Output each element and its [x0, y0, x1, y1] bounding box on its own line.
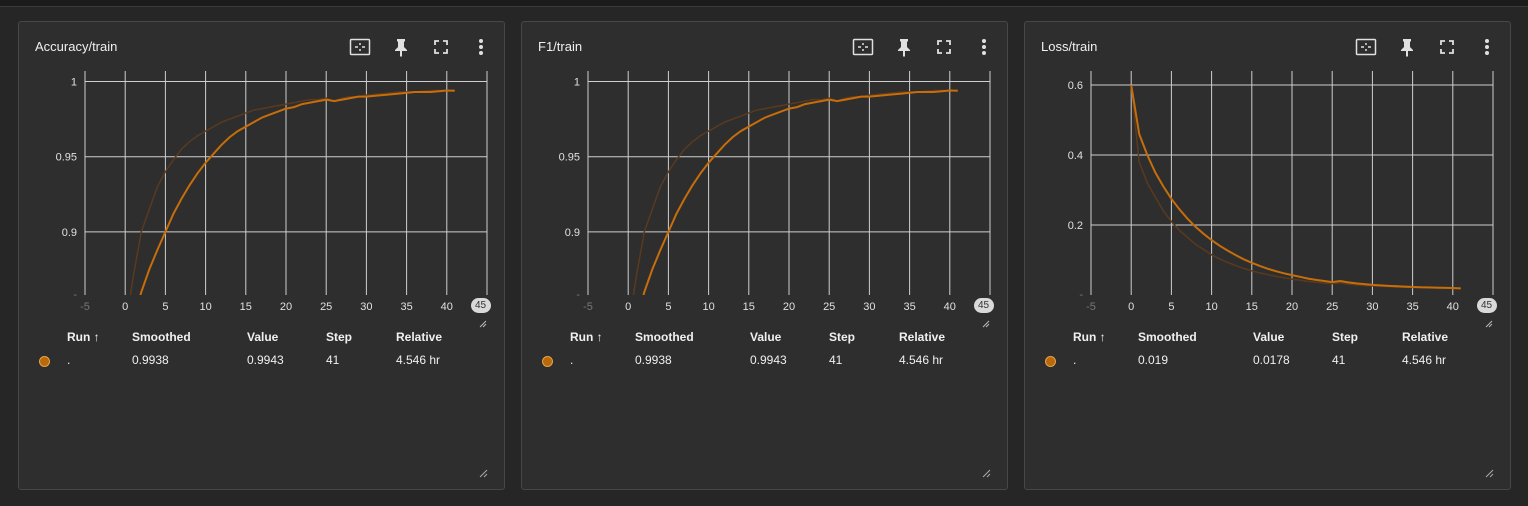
table-header-step: Step [1332, 330, 1359, 344]
table-header-value: Value [1253, 330, 1285, 344]
table-header-relative: Relative [899, 330, 946, 344]
card-resize-handle[interactable] [981, 465, 991, 478]
table-header-smoothed: Smoothed [1138, 330, 1197, 344]
run-color-swatch[interactable] [39, 356, 50, 367]
line-chart[interactable]: 0.9 0.95 1 - 0 5 10 15 20 25 30 35 40 -5 [19, 22, 506, 327]
x-axis-extent-badge[interactable]: 45 [1477, 298, 1497, 313]
table-cell-value: 0.9943 [750, 353, 787, 367]
table-header-value: Value [750, 330, 782, 344]
chart-resize-handle[interactable] [1485, 315, 1493, 328]
x-tick-label: 40 [1447, 301, 1459, 313]
series-line-smoothed [642, 89, 958, 295]
x-tick-label-dim: -5 [80, 301, 90, 313]
x-tick-label: 35 [903, 301, 915, 313]
x-tick-label: 30 [360, 301, 372, 313]
x-tick-label: 15 [1246, 301, 1258, 313]
x-tick-label: 0 [625, 301, 631, 313]
x-tick-label: 25 [320, 301, 332, 313]
x-tick-label-dim: -5 [583, 301, 593, 313]
x-tick-label: 5 [162, 301, 168, 313]
table-cell-step: 41 [829, 353, 843, 367]
table-cell-run: . [67, 353, 71, 367]
x-tick-label: 15 [743, 301, 755, 313]
top-bar [0, 0, 1528, 7]
table-header-smoothed: Smoothed [635, 330, 694, 344]
table-header-step: Step [326, 330, 353, 344]
card-resize-handle[interactable] [1484, 465, 1494, 478]
x-tick-label: 0 [122, 301, 128, 313]
x-tick-label: 10 [1205, 301, 1217, 313]
line-chart[interactable]: 0.9 0.95 1 - 0 5 10 15 20 25 30 35 40 -5 [522, 22, 1009, 327]
y-tick-label-dim: - [576, 289, 580, 301]
x-tick-label: 20 [783, 301, 795, 313]
scalar-card-accuracy: Accuracy/train 0.9 0.95 1-0 5 10 15 20 25 30 35 40-… [18, 21, 505, 490]
table-cell-run: . [570, 353, 574, 367]
x-tick-label-dim: -5 [1086, 301, 1096, 313]
table-cell-value: 0.9943 [247, 353, 284, 367]
scalar-card-f1: F1/train 0.9 0.95 1-0 5 10 15 20 25 30 35 40 -5 45 Run… [521, 21, 1008, 490]
series-line-smoothed [139, 89, 455, 295]
scalar-card-loss: Loss/train 0.2 0.4 0.6-0 5 10 15 20 25 30 35 40 -5 45… [1024, 21, 1511, 490]
table-cell-smoothed: 0.019 [1138, 353, 1169, 367]
y-tick-label: 1 [71, 77, 77, 89]
x-axis-extent-badge[interactable]: 45 [471, 298, 491, 313]
x-axis-extent-badge[interactable]: 45 [974, 298, 994, 313]
y-tick-label-dim: - [73, 289, 77, 301]
x-tick-label: 15 [240, 301, 252, 313]
x-tick-label: 5 [665, 301, 671, 313]
table-cell-step: 41 [326, 353, 340, 367]
y-tick-label: 0.95 [56, 152, 77, 164]
x-tick-label: 10 [702, 301, 714, 313]
line-chart[interactable]: 0.2 0.4 0.6 - 0 5 10 15 20 25 30 35 40 -5 [1025, 22, 1512, 327]
series-line-raw [632, 89, 958, 295]
run-color-swatch[interactable] [1045, 356, 1056, 367]
x-tick-label: 10 [199, 301, 211, 313]
x-tick-label: 40 [944, 301, 956, 313]
table-header-run[interactable]: Run ↑ [570, 330, 603, 344]
table-header-run[interactable]: Run ↑ [67, 330, 100, 344]
table-cell-relative: 4.546 hr [899, 353, 944, 367]
table-header-smoothed: Smoothed [132, 330, 191, 344]
x-tick-label: 30 [1366, 301, 1378, 313]
run-color-swatch[interactable] [542, 356, 553, 367]
table-cell-step: 41 [1332, 353, 1346, 367]
series-line-smoothed [1130, 84, 1461, 290]
y-tick-label: 0.2 [1068, 220, 1083, 232]
table-cell-smoothed: 0.9938 [132, 353, 169, 367]
y-tick-label: 1 [574, 77, 580, 89]
x-tick-label: 40 [441, 301, 453, 313]
table-header-relative: Relative [1402, 330, 1449, 344]
table-cell-relative: 4.546 hr [1402, 353, 1447, 367]
card-resize-handle[interactable] [478, 465, 488, 478]
table-header-step: Step [829, 330, 856, 344]
x-tick-label: 25 [823, 301, 835, 313]
y-tick-label: 0.9 [565, 227, 580, 239]
x-tick-label: 35 [1406, 301, 1418, 313]
x-tick-label: 0 [1128, 301, 1134, 313]
x-tick-label: 5 [1168, 301, 1174, 313]
series-line-raw [129, 89, 455, 295]
chart-resize-handle[interactable] [479, 315, 487, 328]
series-line-raw [1130, 84, 1461, 290]
table-cell-run: . [1073, 353, 1077, 367]
x-tick-label: 20 [280, 301, 292, 313]
table-cell-relative: 4.546 hr [396, 353, 441, 367]
table-cell-value: 0.0178 [1253, 353, 1290, 367]
table-header-value: Value [247, 330, 279, 344]
table-header-run[interactable]: Run ↑ [1073, 330, 1106, 344]
x-tick-label: 30 [863, 301, 875, 313]
chart-resize-handle[interactable] [982, 315, 990, 328]
y-tick-label: 0.6 [1068, 80, 1083, 92]
x-tick-label: 25 [1326, 301, 1338, 313]
table-header-relative: Relative [396, 330, 443, 344]
y-tick-label: 0.9 [62, 227, 77, 239]
table-cell-smoothed: 0.9938 [635, 353, 672, 367]
y-tick-label: 0.4 [1068, 150, 1083, 162]
y-tick-label-dim: - [1079, 289, 1083, 301]
x-tick-label: 35 [400, 301, 412, 313]
x-tick-label: 20 [1286, 301, 1298, 313]
y-tick-label: 0.95 [559, 152, 580, 164]
